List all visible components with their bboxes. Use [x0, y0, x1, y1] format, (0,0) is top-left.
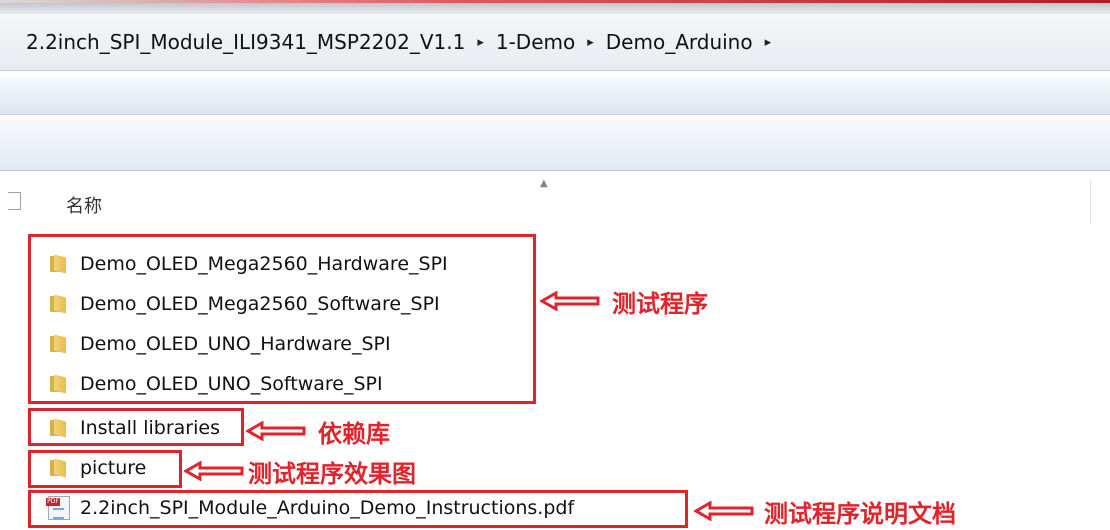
titlebar-accent	[0, 0, 1110, 3]
select-all-checkbox[interactable]	[8, 192, 21, 210]
annotation-test-programs: 测试程序	[612, 290, 708, 318]
breadcrumb-item-root[interactable]: 2.2inch_SPI_Module_ILI9341_MSP2202_V1.1	[22, 30, 469, 54]
column-header-row: 名称 ▲	[0, 178, 1110, 224]
highlight-box-picture	[28, 450, 182, 488]
breadcrumb-item-demo-arduino[interactable]: Demo_Arduino	[602, 30, 757, 54]
annotation-test-effect-picture: 测试程序效果图	[248, 460, 416, 488]
breadcrumb-item-demo[interactable]: 1-Demo	[492, 30, 579, 54]
annotation-dependency-library: 依赖库	[318, 420, 390, 448]
breadcrumb: 2.2inch_SPI_Module_ILI9341_MSP2202_V1.1 …	[22, 24, 1102, 60]
chevron-right-icon[interactable]: ▸	[469, 35, 492, 50]
highlight-box-test-programs	[28, 234, 536, 404]
highlight-box-instructions	[28, 490, 688, 528]
arrow-left-icon	[184, 461, 244, 481]
sort-up-icon: ▲	[540, 178, 548, 189]
arrow-left-icon	[246, 421, 306, 441]
arrow-left-icon	[540, 291, 600, 311]
command-bar	[0, 120, 1110, 171]
chevron-right-icon[interactable]: ▸	[757, 35, 780, 50]
address-bar[interactable]: 2.2inch_SPI_Module_ILI9341_MSP2202_V1.1 …	[0, 14, 1110, 71]
highlight-box-install-libraries	[28, 408, 244, 446]
column-header-name[interactable]: 名称	[66, 192, 102, 218]
arrow-left-icon	[694, 501, 754, 521]
column-divider[interactable]	[1090, 180, 1091, 224]
chevron-right-icon[interactable]: ▸	[579, 35, 602, 50]
annotation-instructions-doc: 测试程序说明文档	[764, 500, 956, 528]
toolbar	[0, 78, 1110, 115]
